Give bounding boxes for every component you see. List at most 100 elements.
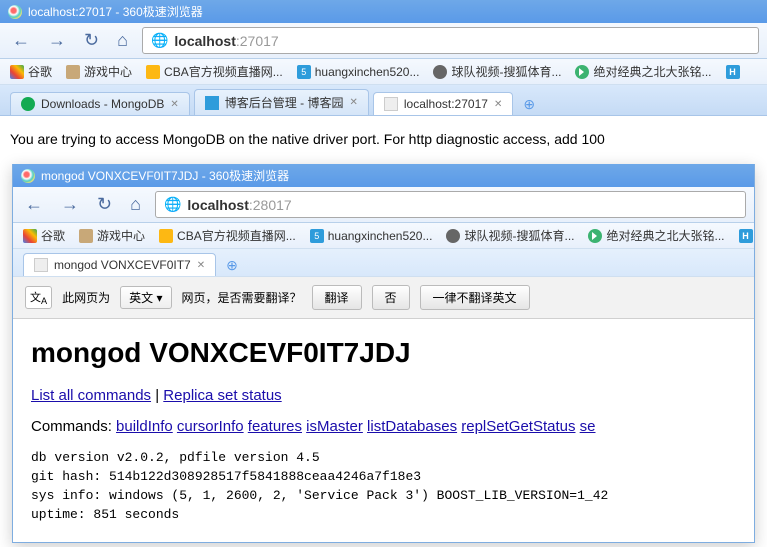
translate-lang-select[interactable]: 英文 ▾ [120,286,171,309]
inner-tabstrip: mongod VONXCEVF0IT7 ✕ ⊕ [13,249,754,277]
tab-close-icon[interactable]: ✕ [197,260,205,271]
g-icon [23,229,37,243]
play-icon [588,229,602,243]
h-icon: H [739,229,753,243]
bookmark-label: 球队视频-搜狐体育... [464,227,574,244]
person-icon [433,65,447,79]
bookmark-item[interactable]: 绝对经典之北大张铭... [575,63,711,80]
command-link-features[interactable]: features [248,418,302,435]
play-icon [575,65,589,79]
commands-label: Commands: [31,418,112,435]
bookmark-label: CBA官方视频直播网... [177,227,296,244]
bookmark-item[interactable]: 谷歌 [10,63,52,80]
inner-window-title-text: mongod VONXCEVF0IT7JDJ - 360极速浏览器 [41,167,289,184]
outer-window-title-text: localhost:27017 - 360极速浏览器 [28,3,203,20]
url-port: :28017 [249,197,292,213]
bookmark-item[interactable]: 5huangxinchen520... [310,229,433,243]
cba-icon [146,65,160,79]
forward-button[interactable]: → [57,192,83,217]
bookmark-item[interactable]: CBA官方视频直播网... [146,63,283,80]
bookmark-item[interactable]: 游戏中心 [66,63,132,80]
globe-icon: 🌐 [164,196,181,213]
outer-toolbar: ← → ↻ ⌂ 🌐 localhost:27017 [0,23,767,59]
person-icon [446,229,460,243]
browser-tab[interactable]: localhost:27017 ✕ [373,92,513,115]
bookmark-item[interactable]: 游戏中心 [79,227,145,244]
tab-label: 博客后台管理 - 博客园 [225,94,344,111]
new-tab-button[interactable]: ⊕ [517,94,541,115]
replica-set-status-link[interactable]: Replica set status [163,387,281,404]
bookmark-item[interactable]: H [739,229,755,243]
command-link-cursorInfo[interactable]: cursorInfo [177,418,244,435]
bookmark-label: 谷歌 [28,63,52,80]
bookmark-item[interactable]: 绝对经典之北大张铭... [588,227,724,244]
bookmark-label: huangxinchen520... [315,65,420,79]
inner-window: mongod VONXCEVF0IT7JDJ - 360极速浏览器 ← → ↻ … [12,164,755,543]
bookmark-item[interactable]: 球队视频-搜狐体育... [446,227,574,244]
tab-close-icon[interactable]: ✕ [494,99,502,110]
outer-url-input[interactable]: 🌐 localhost:27017 [142,27,759,54]
bookmark-item[interactable]: CBA官方视频直播网... [159,227,296,244]
bookmark-item[interactable]: 5 huangxinchen520... [297,65,420,79]
inner-tab-label: mongod VONXCEVF0IT7 [54,258,191,272]
browser-logo-icon [8,5,22,19]
translate-bar: 文A 此网页为 英文 ▾ 网页，是否需要翻译？ 翻译 否 一律不翻译英文 [13,277,754,319]
back-button[interactable]: ← [8,28,34,53]
blank-favicon-icon [34,258,48,272]
tab-label: localhost:27017 [404,97,488,111]
bookmark-item[interactable]: 谷歌 [23,227,65,244]
bookmark-label: 游戏中心 [97,227,145,244]
command-link-buildInfo[interactable]: buildInfo [116,418,173,435]
page-heading: mongod VONXCEVF0IT7JDJ [31,337,736,369]
tab-close-icon[interactable]: ✕ [170,99,178,110]
tab-close-icon[interactable]: ✕ [349,97,357,108]
g-icon [10,65,24,79]
game-icon [79,229,93,243]
inner-window-titlebar: mongod VONXCEVF0IT7JDJ - 360极速浏览器 [13,164,754,187]
forward-button[interactable]: → [44,28,70,53]
bookmark-label: huangxinchen520... [328,229,433,243]
translate-icon: 文A [25,286,52,309]
url-host: localhost [174,33,235,49]
home-button[interactable]: ⌂ [113,28,132,53]
translate-never-button[interactable]: 一律不翻译英文 [420,285,530,310]
bookmark-item[interactable]: 球队视频-搜狐体育... [433,63,561,80]
bookmark-label: 游戏中心 [84,63,132,80]
outer-window-titlebar: localhost:27017 - 360极速浏览器 [0,0,767,23]
outer-bookmark-bar: 谷歌 游戏中心 CBA官方视频直播网... 5 huangxinchen520... 球队… [0,59,767,85]
mongod-http-console: mongod VONXCEVF0IT7JDJ List all commands… [13,319,754,542]
command-link-isMaster[interactable]: isMaster [306,418,363,435]
game-icon [66,65,80,79]
bookmark-label: 球队视频-搜狐体育... [451,63,561,80]
new-tab-button[interactable]: ⊕ [220,255,244,276]
inner-url-input[interactable]: 🌐 localhost:28017 [155,191,746,218]
translate-prompt-pre: 此网页为 [62,289,110,306]
reload-button[interactable]: ↻ [93,192,116,217]
hx-icon: 5 [297,65,311,79]
inner-bookmark-bar: 谷歌 游戏中心 CBA官方视频直播网... 5huangxinchen520... 球队… [13,223,754,249]
outer-tabstrip: Downloads - MongoDB✕博客后台管理 - 博客园✕localho… [0,85,767,116]
translate-button[interactable]: 翻译 [312,285,362,310]
inner-toolbar: ← → ↻ ⌂ 🌐 localhost:28017 [13,187,754,223]
command-link-se[interactable]: se [580,418,596,435]
tab-favicon-icon [205,96,219,110]
bookmark-item[interactable]: H [726,65,744,79]
server-info-block: db version v2.0.2, pdfile version 4.5 gi… [31,449,736,524]
list-all-commands-link[interactable]: List all commands [31,387,151,404]
bookmark-label: 绝对经典之北大张铭... [606,227,724,244]
globe-icon: 🌐 [151,32,168,49]
inner-tab[interactable]: mongod VONXCEVF0IT7 ✕ [23,253,216,276]
back-button[interactable]: ← [21,192,47,217]
translate-no-button[interactable]: 否 [372,285,410,310]
tab-favicon-icon [384,97,398,111]
bookmark-label: 绝对经典之北大张铭... [593,63,711,80]
mongodb-driver-port-message: You are trying to access MongoDB on the … [10,131,605,147]
command-link-replSetGetStatus[interactable]: replSetGetStatus [461,418,575,435]
outer-page-body: You are trying to access MongoDB on the … [0,116,767,164]
url-port: :27017 [236,33,279,49]
command-link-listDatabases[interactable]: listDatabases [367,418,457,435]
browser-tab[interactable]: Downloads - MongoDB✕ [10,92,190,115]
reload-button[interactable]: ↻ [80,28,103,53]
home-button[interactable]: ⌂ [126,192,145,217]
browser-tab[interactable]: 博客后台管理 - 博客园 ✕ [194,89,369,115]
